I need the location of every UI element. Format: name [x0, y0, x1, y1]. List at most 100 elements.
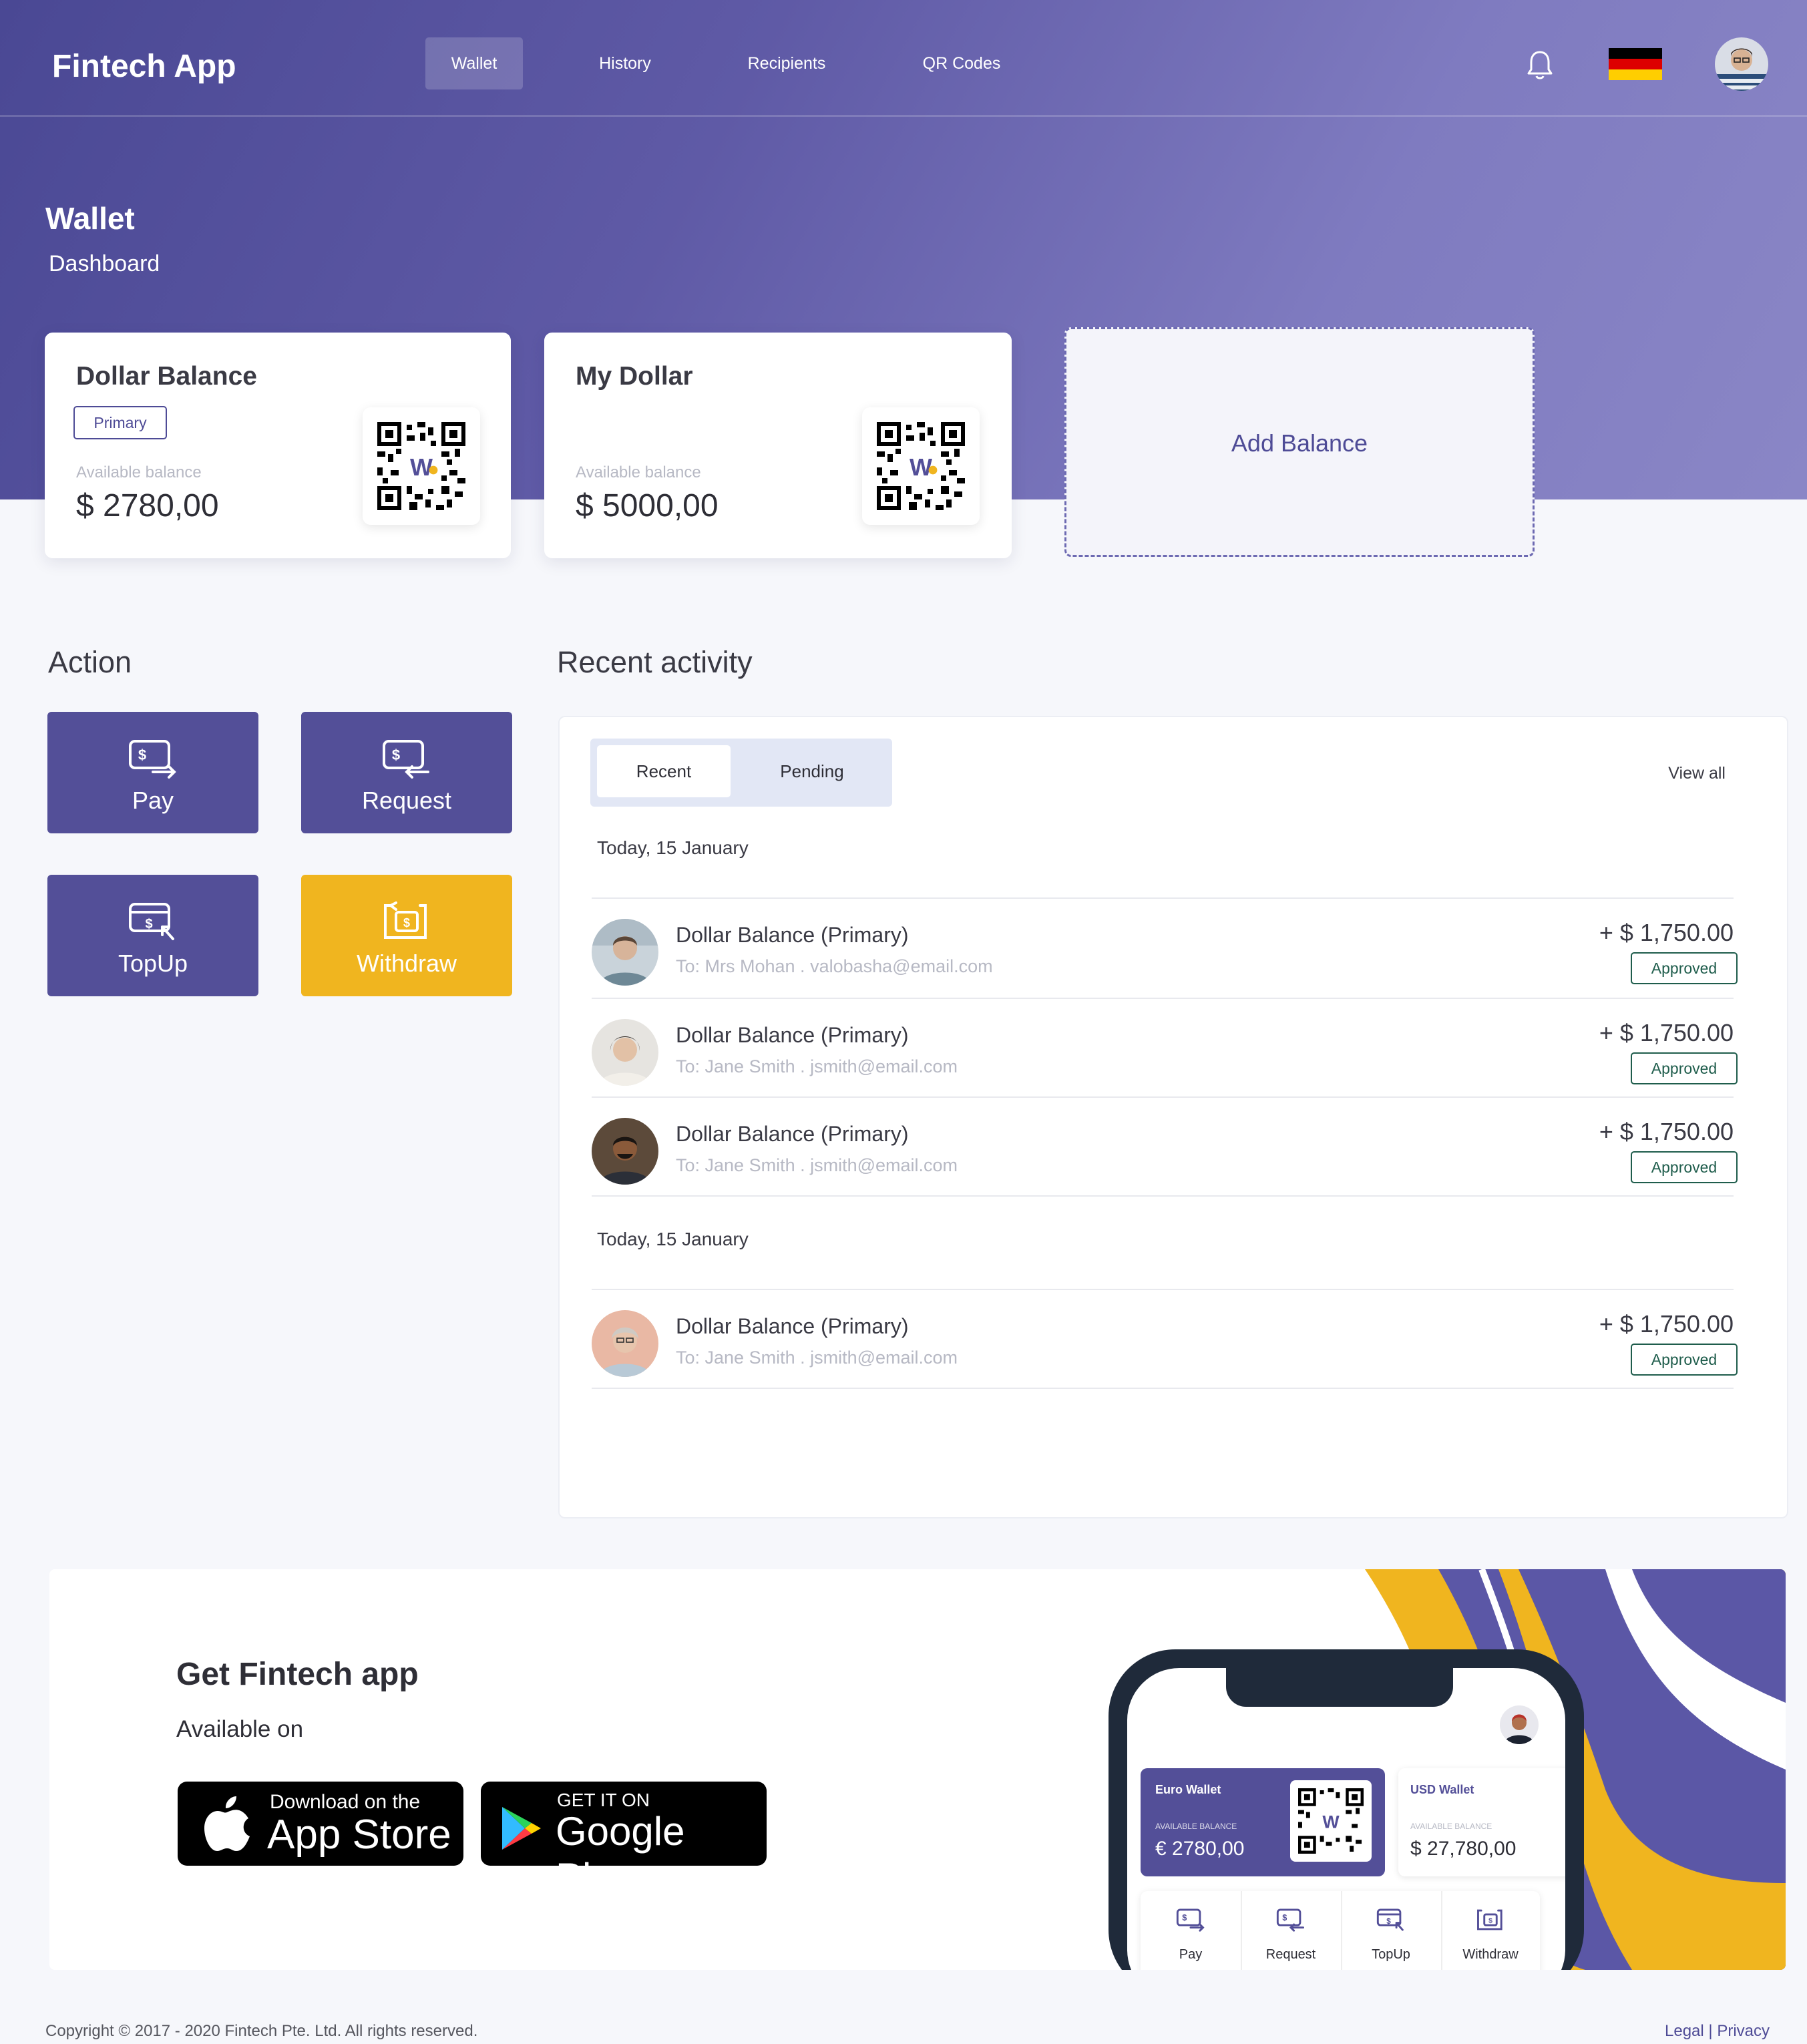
brand-logo[interactable]: Fintech App [52, 48, 236, 85]
tab-recent[interactable]: Recent [597, 745, 731, 797]
my-dollar-card[interactable]: My Dollar Available balance $ 5000,00 W [544, 333, 1012, 558]
usd-wallet-title: USD Wallet [1410, 1783, 1474, 1796]
topup-label: TopUp [118, 950, 188, 977]
topup-button[interactable]: $ TopUp [47, 875, 258, 996]
svg-text:$: $ [392, 747, 400, 763]
google-play-button[interactable]: GET IT ON Google Play [481, 1782, 767, 1900]
activity-row[interactable]: Dollar Balance (Primary) To: Jane Smith … [592, 1098, 1738, 1197]
recipient-avatar [592, 1118, 658, 1185]
svg-text:$: $ [145, 917, 152, 932]
withdraw-icon: $ [1477, 1909, 1502, 1930]
topup-icon: $ [1376, 1908, 1404, 1931]
bell-icon[interactable] [1525, 49, 1555, 81]
withdraw-button[interactable]: $ Withdraw [301, 875, 512, 996]
qr-code[interactable]: W [363, 407, 480, 525]
nav-history[interactable]: History [574, 37, 676, 89]
card-title: My Dollar [576, 362, 693, 391]
transaction-amount: + $ 1,750.00 [1599, 1019, 1734, 1046]
app-store-big: App Store [267, 1812, 451, 1858]
pay-button[interactable]: $ Pay [47, 712, 258, 833]
svg-text:$: $ [138, 747, 146, 763]
apple-icon [204, 1796, 250, 1851]
user-avatar[interactable] [1715, 37, 1768, 91]
request-icon: $ [1276, 1908, 1304, 1932]
status-badge: Approved [1631, 1052, 1738, 1084]
phone-topup-label: TopUp [1372, 1947, 1410, 1962]
euro-wallet-amount: € 2780,00 [1155, 1838, 1245, 1860]
footer-copyright: Copyright © 2017 - 2020 Fintech Pte. Ltd… [45, 2022, 478, 2040]
google-play-icon [502, 1807, 541, 1850]
status-badge: Approved [1631, 952, 1738, 984]
promo-subtitle: Available on [176, 1716, 304, 1742]
germany-flag-icon[interactable] [1609, 48, 1662, 80]
phone-usd-wallet-card: USD Wallet AVAILABLE BALANCE $ 27,780,00 [1398, 1768, 1565, 1876]
activity-tabs: Recent Pending [590, 739, 892, 807]
recent-activity-title: Recent activity [557, 645, 753, 679]
divider [592, 1195, 1734, 1197]
activity-row[interactable]: Dollar Balance (Primary) To: Jane Smith … [592, 1290, 1738, 1389]
qr-code-icon: W [1298, 1788, 1364, 1854]
app-store-button[interactable]: Download on the App Store [178, 1782, 463, 1866]
pay-icon: $ [1176, 1908, 1205, 1932]
view-all-link[interactable]: View all [1668, 764, 1726, 783]
dollar-balance-card[interactable]: Dollar Balance Primary Available balance… [45, 333, 511, 558]
svg-text:W: W [410, 453, 433, 481]
phone-notch [1226, 1668, 1453, 1707]
add-balance-button[interactable]: Add Balance [1064, 327, 1535, 557]
pay-label: Pay [132, 787, 174, 814]
svg-text:W: W [1322, 1812, 1340, 1832]
nav-recipients[interactable]: Recipients [733, 37, 840, 89]
phone-pay-label: Pay [1179, 1947, 1203, 1962]
page-subtitle: Dashboard [49, 251, 160, 276]
request-icon: $ [383, 740, 429, 779]
svg-text:$: $ [1282, 1912, 1287, 1922]
phone-action-bar: $ Pay $ Request $ TopUp $ Withdraw [1141, 1891, 1540, 1970]
page-title: Wallet [45, 201, 135, 236]
recipient-avatar [592, 1310, 658, 1377]
svg-text:W: W [910, 453, 932, 481]
activity-row[interactable]: Dollar Balance (Primary) To: Jane Smith … [592, 999, 1738, 1098]
recipient-detail: To: Jane Smith . jsmith@email.com [676, 1056, 958, 1076]
phone-avatar [1500, 1705, 1539, 1744]
phone-mockup: Euro Wallet AVAILABLE BALANCE € 2780,00 [1109, 1649, 1584, 1970]
card-title: Dollar Balance [76, 362, 257, 391]
withdraw-label: Withdraw [356, 950, 457, 977]
activity-row[interactable]: Dollar Balance (Primary) To: Mrs Mohan .… [592, 899, 1738, 998]
action-section-title: Action [48, 645, 132, 679]
svg-text:$: $ [1386, 1918, 1391, 1926]
available-balance-label: Available balance [576, 463, 701, 481]
top-navbar: Fintech App Wallet History Recipients QR… [0, 0, 1807, 117]
app-promo-banner: Get Fintech app Available on Download on… [49, 1569, 1786, 1970]
request-button[interactable]: $ Request [301, 712, 512, 833]
available-balance-label: Available balance [76, 463, 202, 481]
legal-link[interactable]: Legal [1665, 2022, 1704, 2040]
status-badge: Approved [1631, 1151, 1738, 1183]
phone-withdraw: $ Withdraw [1441, 1891, 1540, 1970]
date-group-label: Today, 15 January [597, 837, 749, 858]
tab-pending[interactable]: Pending [745, 745, 879, 797]
qr-code[interactable]: W [862, 407, 980, 525]
phone-request-label: Request [1265, 1947, 1316, 1962]
phone-withdraw-label: Withdraw [1462, 1947, 1519, 1962]
recipient-avatar [592, 919, 658, 986]
balance-amount: $ 5000,00 [576, 488, 719, 524]
transaction-amount: + $ 1,750.00 [1599, 919, 1734, 946]
promo-title: Get Fintech app [176, 1657, 419, 1692]
date-group-label: Today, 15 January [597, 1229, 749, 1249]
recipient-detail: To: Mrs Mohan . valobasha@email.com [676, 956, 993, 976]
transaction-amount: + $ 1,750.00 [1599, 1310, 1734, 1338]
privacy-link[interactable]: Privacy [1717, 2022, 1770, 2040]
euro-wallet-label: AVAILABLE BALANCE [1155, 1822, 1237, 1831]
recipient-detail: To: Jane Smith . jsmith@email.com [676, 1155, 958, 1175]
status-badge: Approved [1631, 1344, 1738, 1376]
usd-wallet-amount: $ 27,780,00 [1410, 1838, 1517, 1860]
nav-qr-codes[interactable]: QR Codes [906, 37, 1018, 89]
pay-icon: $ [129, 740, 176, 779]
balance-amount: $ 2780,00 [76, 488, 219, 524]
recipient-detail: To: Jane Smith . jsmith@email.com [676, 1348, 958, 1368]
phone-screen: Euro Wallet AVAILABLE BALANCE € 2780,00 [1127, 1668, 1565, 1970]
nav-wallet[interactable]: Wallet [425, 37, 523, 89]
recipient-avatar [592, 1019, 658, 1086]
footer-separator: | [1708, 2022, 1713, 2040]
account-name: Dollar Balance (Primary) [676, 923, 909, 947]
